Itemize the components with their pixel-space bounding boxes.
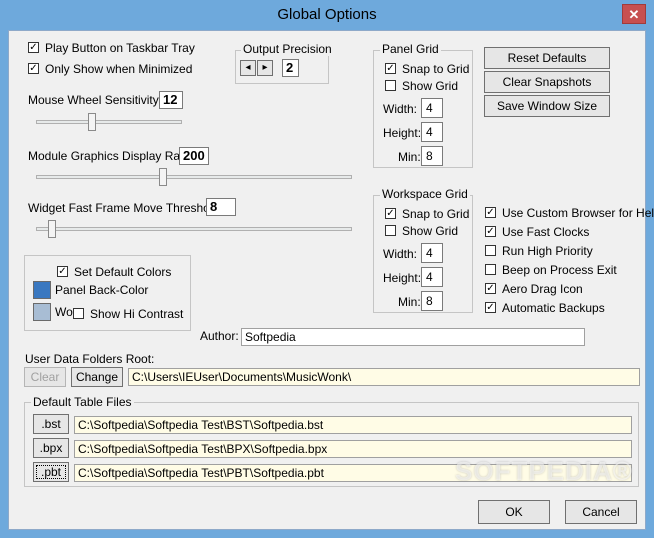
wo-color-label: Wo — [55, 305, 73, 319]
panel-height-label: Height: — [383, 126, 422, 140]
table-files-title: Default Table Files — [31, 395, 134, 409]
panel-min-input[interactable]: 8 — [421, 146, 443, 166]
ok-button[interactable]: OK — [478, 500, 550, 524]
fast-frame-track — [36, 227, 352, 231]
bst-button[interactable]: .bst — [33, 414, 69, 434]
bpx-button[interactable]: .bpx — [33, 438, 69, 458]
option-label-custom-browser: Use Custom Browser for Help — [502, 206, 654, 220]
option-label-auto-backups: Automatic Backups — [502, 301, 605, 315]
save-window-size-button[interactable]: Save Window Size — [484, 95, 610, 117]
panel-snap-label: Snap to Grid — [402, 62, 470, 76]
precision-value: 2 — [282, 59, 299, 77]
change-folder-button[interactable]: Change — [71, 367, 123, 387]
pbt-button[interactable]: .pbt — [33, 462, 69, 482]
only-show-label: Only Show when Minimized — [45, 62, 193, 76]
bst-path[interactable]: C:\Softpedia\Softpedia Test\BST\Softpedi… — [74, 416, 632, 434]
user-data-label: User Data Folders Root: — [25, 352, 155, 366]
graphics-rate-label: Module Graphics Display Rate: — [28, 149, 194, 163]
graphics-rate-value: 200 — [179, 147, 209, 165]
option-label-fast-clocks: Use Fast Clocks — [502, 225, 590, 239]
panel-show-grid-label: Show Grid — [402, 79, 459, 93]
play-button-checkbox[interactable]: ✓ — [28, 42, 39, 53]
clear-folder-button[interactable]: Clear — [24, 367, 66, 387]
cancel-button[interactable]: Cancel — [565, 500, 637, 524]
reset-defaults-button[interactable]: Reset Defaults — [484, 47, 610, 69]
option-checkbox-beep-on-exit[interactable] — [485, 264, 496, 275]
mouse-wheel-slider-thumb[interactable] — [88, 113, 97, 131]
precision-decrease-button[interactable]: ◂ — [240, 60, 256, 76]
option-checkbox-auto-backups[interactable]: ✓ — [485, 302, 496, 313]
option-checkbox-custom-browser[interactable]: ✓ — [485, 207, 496, 218]
hi-contrast-label: Show Hi Contrast — [90, 307, 184, 321]
close-icon[interactable]: ✕ — [622, 4, 646, 24]
graphics-rate-slider-thumb[interactable] — [159, 168, 168, 186]
panel-height-input[interactable]: 4 — [421, 122, 443, 142]
workspace-snap-checkbox[interactable]: ✓ — [385, 208, 396, 219]
workspace-height-input[interactable]: 4 — [421, 267, 443, 287]
workspace-width-label: Width: — [383, 247, 418, 261]
set-default-colors-checkbox[interactable]: ✓ — [57, 266, 68, 277]
option-label-beep-on-exit: Beep on Process Exit — [502, 263, 617, 277]
fast-frame-slider-thumb[interactable] — [48, 220, 57, 238]
workspace-width-input[interactable]: 4 — [421, 243, 443, 263]
mouse-wheel-value: 12 — [159, 91, 183, 109]
play-button-label: Play Button on Taskbar Tray — [45, 41, 195, 55]
panel-snap-checkbox[interactable]: ✓ — [385, 63, 396, 74]
set-default-colors-label: Set Default Colors — [74, 265, 172, 279]
panel-grid-title: Panel Grid — [380, 42, 441, 56]
panel-back-color-label: Panel Back-Color — [55, 283, 149, 297]
clear-snapshots-button[interactable]: Clear Snapshots — [484, 71, 610, 93]
fast-frame-value: 8 — [206, 198, 236, 216]
option-checkbox-aero-drag[interactable]: ✓ — [485, 283, 496, 294]
global-options-window: Global Options ✕ ✓ Play Button on Taskba… — [0, 0, 654, 538]
mouse-wheel-track — [36, 120, 182, 124]
panel-back-color-swatch[interactable] — [33, 281, 51, 299]
user-data-path[interactable]: C:\Users\IEUser\Documents\MusicWonk\ — [128, 368, 640, 386]
author-input[interactable]: Softpedia — [241, 328, 585, 346]
title-bar[interactable]: Global Options ✕ — [0, 0, 654, 30]
mouse-wheel-label: Mouse Wheel Sensitivity: — [28, 93, 163, 107]
workspace-min-input[interactable]: 8 — [421, 291, 443, 311]
workspace-show-grid-label: Show Grid — [402, 224, 459, 238]
only-show-checkbox[interactable]: ✓ — [28, 63, 39, 74]
workspace-height-label: Height: — [383, 271, 422, 285]
workspace-show-grid-checkbox[interactable] — [385, 225, 396, 236]
wo-color-swatch[interactable] — [33, 303, 51, 321]
panel-width-label: Width: — [383, 102, 418, 116]
author-label: Author: — [200, 329, 239, 343]
panel-min-label: Min: — [398, 150, 421, 164]
window-title: Global Options — [277, 6, 377, 23]
dialog-body: ✓ Play Button on Taskbar Tray ✓ Only Sho… — [8, 30, 654, 530]
option-checkbox-high-priority[interactable] — [485, 245, 496, 256]
graphics-rate-track — [36, 175, 352, 179]
option-label-aero-drag: Aero Drag Icon — [502, 282, 583, 296]
output-precision-title: Output Precision — [241, 42, 334, 56]
panel-width-input[interactable]: 4 — [421, 98, 443, 118]
fast-frame-label: Widget Fast Frame Move Threshold: — [28, 201, 223, 215]
precision-increase-button[interactable]: ▸ — [257, 60, 273, 76]
panel-show-grid-checkbox[interactable] — [385, 80, 396, 91]
option-checkbox-fast-clocks[interactable]: ✓ — [485, 226, 496, 237]
softpedia-watermark: SOFTPEDIA® — [455, 456, 633, 486]
workspace-grid-title: Workspace Grid — [380, 187, 470, 201]
workspace-snap-label: Snap to Grid — [402, 207, 470, 221]
hi-contrast-checkbox[interactable] — [73, 308, 84, 319]
workspace-min-label: Min: — [398, 295, 421, 309]
option-label-high-priority: Run High Priority — [502, 244, 593, 258]
